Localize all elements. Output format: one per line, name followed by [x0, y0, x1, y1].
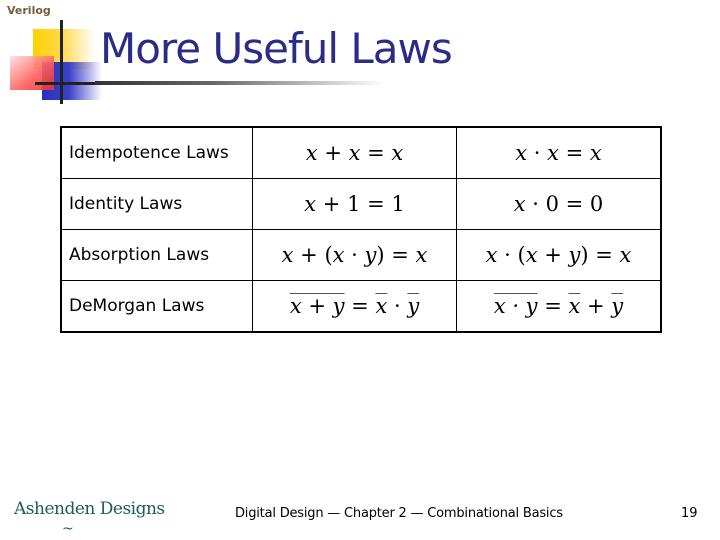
- table-row: DeMorgan Laws x + y = x · y x · y = x + …: [60, 280, 662, 333]
- slide-logo-graphic: [0, 0, 110, 110]
- eq-term: 0: [545, 192, 559, 216]
- eq-op: +: [316, 192, 348, 216]
- eq-term: y: [364, 243, 377, 267]
- eq-term: x: [525, 243, 538, 267]
- table-row: Identity Laws x + 1 = 1 x · 0 = 0: [60, 178, 662, 230]
- eq-op: ·: [344, 243, 365, 267]
- eq-term: x: [589, 141, 602, 165]
- eq-term: x: [281, 243, 294, 267]
- law-or-form: x + (x · y) = x: [252, 229, 457, 281]
- eq-negated-term: x + y: [289, 294, 345, 318]
- law-or-form: x + x = x: [252, 126, 457, 179]
- slide-title: More Useful Laws: [100, 24, 453, 73]
- logo-vertical-line: [60, 20, 63, 104]
- eq-op: =: [360, 141, 392, 165]
- law-and-form: x · y = x + y: [456, 280, 662, 333]
- eq-negated-term: x: [568, 294, 581, 318]
- eq-op: =: [360, 192, 392, 216]
- eq-negated-term: x: [375, 294, 388, 318]
- eq-op: ) =: [580, 243, 620, 267]
- title-underline: [95, 81, 385, 85]
- law-name: Idempotence Laws: [60, 126, 254, 179]
- footer-logo-text: Ashenden Designs: [14, 499, 165, 519]
- eq-term: y: [568, 243, 581, 267]
- law-or-form: x + 1 = 1: [252, 178, 457, 230]
- law-or-form: x + y = x · y: [252, 280, 457, 333]
- eq-op: ) =: [376, 243, 416, 267]
- eq-op: +: [317, 141, 349, 165]
- eq-op: +: [537, 243, 569, 267]
- eq-op: +: [580, 294, 612, 318]
- eq-op: ·: [525, 192, 546, 216]
- eq-op: =: [537, 294, 569, 318]
- eq-term: 1: [347, 192, 361, 216]
- footer-caption: Digital Design — Chapter 2 — Combination…: [235, 506, 563, 521]
- law-name: Identity Laws: [60, 178, 254, 230]
- law-and-form: x · (x + y) = x: [456, 229, 662, 281]
- eq-term: x: [305, 141, 318, 165]
- eq-negated-term: y: [611, 294, 624, 318]
- footer-logo-swash-icon: ~: [62, 521, 74, 537]
- table-row: Idempotence Laws x + x = x x · x = x: [60, 126, 662, 179]
- eq-term: x: [304, 192, 317, 216]
- eq-negated-term: y: [407, 294, 420, 318]
- eq-term: 0: [589, 192, 604, 216]
- eq-op: =: [558, 141, 590, 165]
- eq-term: x: [619, 243, 632, 267]
- eq-term: 1: [391, 192, 405, 216]
- eq-term: x: [391, 141, 404, 165]
- eq-term: x: [515, 141, 528, 165]
- eq-op: ·: [387, 294, 408, 318]
- eq-op: =: [344, 294, 376, 318]
- eq-op: ·: [527, 141, 548, 165]
- eq-term: x: [547, 141, 559, 165]
- law-and-form: x · 0 = 0: [456, 178, 662, 230]
- table-row: Absorption Laws x + (x · y) = x x · (x +…: [60, 229, 662, 281]
- eq-op: · (: [497, 243, 526, 267]
- eq-op: + (: [293, 243, 333, 267]
- eq-term: x: [332, 243, 345, 267]
- eq-term: x: [485, 243, 498, 267]
- eq-op: =: [558, 192, 590, 216]
- eq-term: x: [348, 141, 361, 165]
- page-number: 19: [681, 506, 698, 521]
- eq-term: x: [513, 192, 526, 216]
- laws-table: Idempotence Laws x + x = x x · x = x Ide…: [60, 126, 662, 333]
- law-and-form: x · x = x: [456, 126, 662, 179]
- law-name: DeMorgan Laws: [60, 280, 254, 333]
- law-name: Absorption Laws: [60, 229, 254, 281]
- eq-negated-term: x · y: [493, 294, 538, 318]
- eq-term: x: [415, 243, 428, 267]
